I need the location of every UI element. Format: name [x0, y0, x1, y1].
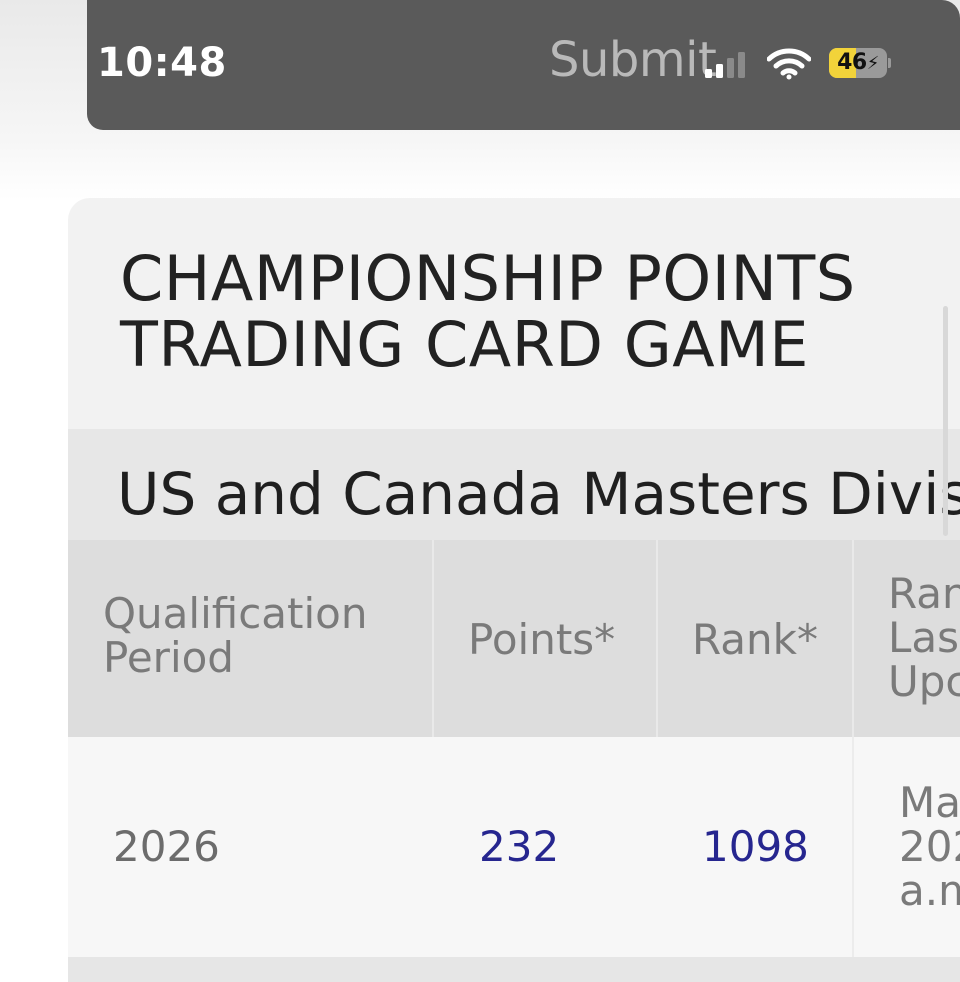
table-row-next	[68, 957, 960, 982]
division-header: US and Canada Masters Divis	[68, 429, 960, 540]
title-line-1: CHAMPIONSHIP POINTS	[120, 242, 856, 315]
cell-qualification-period: 2026	[113, 822, 220, 871]
scrollbar[interactable]	[943, 306, 948, 536]
header-points: Points*	[468, 615, 616, 664]
division-title: US and Canada Masters Divis	[117, 460, 960, 528]
column-divider	[656, 540, 658, 737]
cell-last-updated: Ma202a.m	[899, 778, 960, 915]
header-rank: Rank*	[692, 615, 818, 664]
battery-level-value: 46	[837, 50, 867, 75]
column-divider	[852, 737, 854, 957]
status-time: 10:48	[97, 40, 227, 86]
table-header: Qualification Period Points* Rank* Ran Las…	[68, 540, 960, 737]
table-row: 2026 232 1098 Ma202a.m	[68, 737, 960, 957]
column-divider	[432, 540, 434, 737]
status-bar: 10:48 Submit 46⚡	[87, 0, 960, 130]
championship-points-card: CHAMPIONSHIP POINTS TRADING CARD GAME US…	[68, 198, 960, 982]
submit-label[interactable]: Submit	[549, 32, 717, 88]
battery-indicator: 46⚡	[829, 48, 891, 78]
header-qualification-period: Qualification Period	[103, 589, 368, 682]
page-title: CHAMPIONSHIP POINTS TRADING CARD GAME	[120, 246, 950, 378]
column-divider	[852, 540, 854, 737]
wifi-icon	[767, 48, 811, 80]
header-rank-last-updated: Ran Las Upc	[888, 569, 960, 706]
cellular-signal-icon	[705, 52, 745, 78]
battery-level: 46⚡	[829, 48, 887, 78]
charging-bolt-icon: ⚡	[866, 53, 880, 74]
battery-cap	[888, 58, 891, 68]
cell-rank-link[interactable]: 1098	[702, 825, 809, 869]
battery-body: 46⚡	[829, 48, 887, 78]
cell-points-link[interactable]: 232	[479, 825, 559, 869]
title-line-2: TRADING CARD GAME	[120, 308, 809, 381]
